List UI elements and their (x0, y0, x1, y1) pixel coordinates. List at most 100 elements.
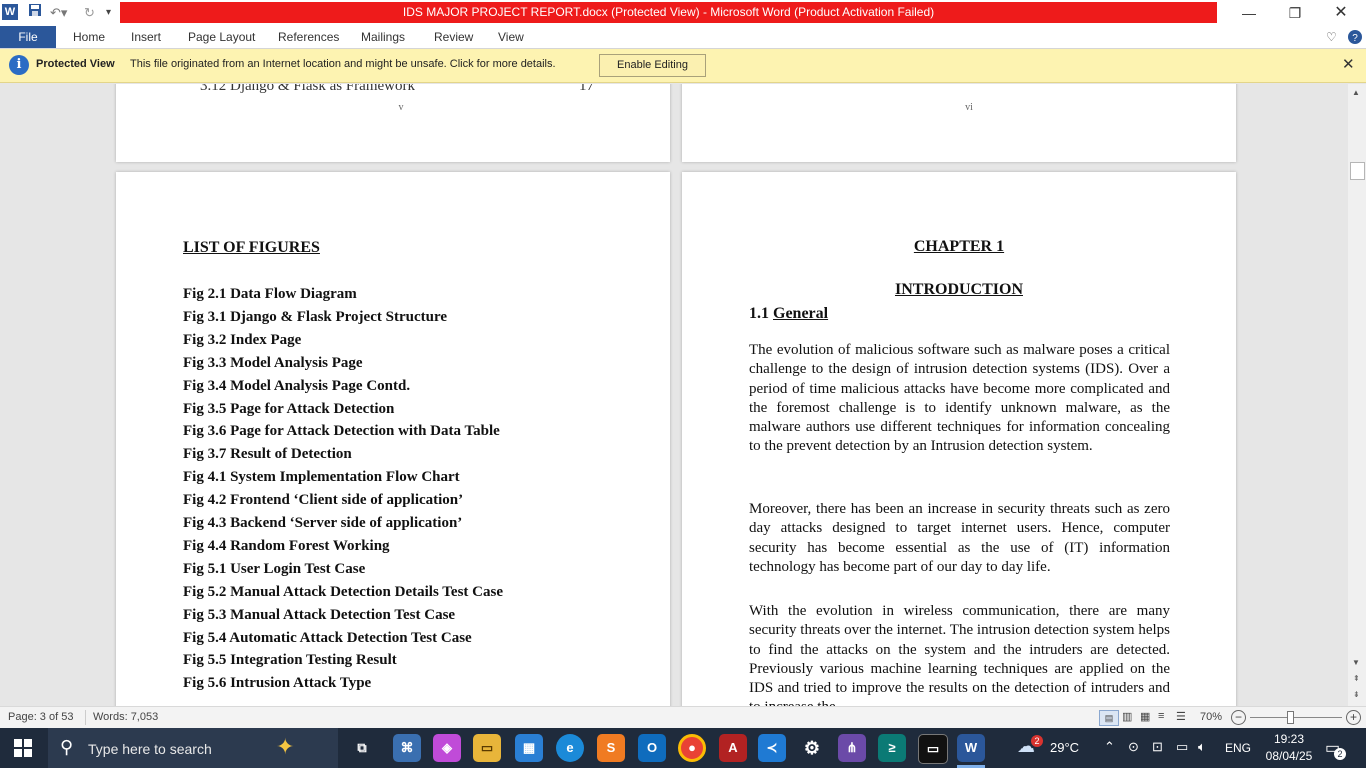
weather-temperature[interactable]: 29°C (1050, 740, 1079, 755)
toc-line: 3.12 Django & Flask as Framework (200, 84, 415, 94)
chapter-title: INTRODUCTION (894, 281, 1023, 298)
figure-list-item: Fig 3.1 Django & Flask Project Structure (183, 308, 447, 325)
sublime-text-icon[interactable]: S (597, 734, 625, 762)
vertical-scrollbar[interactable]: ▲ ▼ ⇞ ⇟ (1348, 84, 1366, 706)
ribbon-tabs: File Home Insert Page Layout References … (0, 26, 1366, 49)
windows-start-icon[interactable] (14, 739, 32, 762)
zoom-in-icon[interactable]: + (1346, 710, 1361, 725)
chevron-up-icon[interactable]: ⌃ (1104, 739, 1115, 755)
file-explorer-icon[interactable]: ▭ (473, 734, 501, 762)
figure-list-item: Fig 5.2 Manual Attack Detection Details … (183, 583, 503, 600)
app-icon[interactable]: ⋔ (838, 734, 866, 762)
title-bar: W ↶▾ ↻ ▾ IDS MAJOR PROJECT REPORT.docx (… (0, 0, 1366, 26)
ribbon-expand-icon[interactable]: ♡ (1326, 26, 1337, 48)
paragraph: With the evolution in wireless communica… (749, 603, 1170, 706)
figure-list-item: Fig 4.4 Random Forest Working (183, 537, 390, 554)
search-input[interactable]: Type here to search (88, 741, 212, 757)
taskbar: ⚲ Type here to search ✦ ⧉ ⌘ ◈ ▭ ▦ e S O … (0, 728, 1366, 768)
sparkle-icon: ✦ (276, 734, 295, 759)
undo-icon[interactable]: ↶▾ (50, 3, 67, 23)
tab-view[interactable]: View (498, 26, 524, 48)
zoom-out-icon[interactable]: − (1231, 710, 1246, 725)
protected-view-bar: i Protected View This file originated fr… (0, 49, 1366, 83)
scroll-down-icon[interactable]: ▼ (1352, 658, 1360, 667)
figure-list-item: Fig 5.6 Intrusion Attack Type (183, 675, 372, 692)
svg-text:?: ? (1352, 33, 1358, 44)
zoom-slider[interactable] (1250, 711, 1342, 724)
full-screen-reading-icon[interactable]: ▥ (1122, 710, 1132, 723)
anaconda-icon[interactable]: A (719, 734, 747, 762)
figure-list-item: Fig 3.4 Model Analysis Page Contd. (183, 377, 411, 394)
zoom-slider-thumb[interactable] (1287, 711, 1294, 724)
search-icon: ⚲ (60, 737, 74, 757)
figure-list-item: Fig 5.4 Automatic Attack Detection Test … (183, 629, 472, 646)
notification-count: 2 (1334, 748, 1346, 760)
scroll-thumb[interactable] (1350, 162, 1365, 180)
figure-list-item: Fig 3.2 Index Page (183, 331, 302, 348)
enable-editing-button[interactable]: Enable Editing (599, 54, 706, 77)
info-icon: i (9, 55, 29, 75)
figure-list-item: Fig 4.1 System Implementation Flow Chart (183, 469, 460, 486)
chrome-icon[interactable]: ● (678, 734, 706, 762)
figure-list-item: Fig 5.3 Manual Attack Detection Test Cas… (183, 606, 456, 623)
close-icon[interactable]: ✕ (1342, 55, 1355, 73)
restore-button[interactable]: ❐ (1272, 0, 1318, 26)
weather-badge: 2 (1031, 735, 1043, 747)
figures-heading: LIST OF FIGURES (183, 239, 320, 256)
tab-mailings[interactable]: Mailings (361, 26, 405, 48)
status-bar: Page: 3 of 53 Words: 7,053 ▤ ▥ ▦ ≡ ☰ 70%… (0, 706, 1366, 729)
figure-list-item: Fig 4.2 Frontend ‘Client side of applica… (183, 492, 464, 509)
tab-page-layout[interactable]: Page Layout (188, 26, 255, 48)
edge-icon[interactable]: e (556, 734, 584, 762)
clock-time[interactable]: 19:23 (1262, 732, 1316, 746)
scroll-up-icon[interactable]: ▲ (1352, 88, 1360, 97)
language-indicator[interactable]: ENG (1225, 741, 1251, 755)
network-app-icon[interactable]: ⌘ (393, 734, 421, 762)
previous-page-icon[interactable]: ⇞ (1353, 674, 1360, 683)
page-count[interactable]: Page: 3 of 53 (8, 711, 73, 723)
redo-icon[interactable]: ↻ (84, 3, 95, 23)
microsoft-store-icon[interactable]: ▦ (515, 734, 543, 762)
web-layout-icon[interactable]: ▦ (1140, 710, 1150, 723)
figure-list-item: Fig 4.3 Backend ‘Server side of applicat… (183, 515, 463, 531)
settings-gear-icon[interactable]: ⚙ (798, 734, 826, 762)
word-count[interactable]: Words: 7,053 (93, 711, 158, 723)
powershell-icon[interactable]: ≥ (878, 734, 906, 762)
document-area[interactable]: 3.12 Django & Flask as Framework 17 v vi… (0, 84, 1348, 706)
vscode-icon[interactable]: ≺ (758, 734, 786, 762)
volume-icon[interactable]: 🔈︎ (1198, 739, 1206, 755)
word-app-icon[interactable]: W (2, 4, 18, 20)
tab-home[interactable]: Home (73, 26, 105, 48)
network-icon[interactable]: ⊡ (1152, 739, 1163, 755)
print-layout-icon[interactable]: ▤ (1099, 710, 1119, 726)
tab-references[interactable]: References (278, 26, 339, 48)
next-page-icon[interactable]: ⇟ (1353, 690, 1360, 699)
tab-file[interactable]: File (0, 26, 56, 48)
save-icon[interactable] (28, 3, 42, 23)
close-button[interactable]: ✕ (1318, 0, 1364, 26)
customize-quick-access-icon[interactable]: ▾ (106, 3, 111, 23)
protected-view-message[interactable]: This file originated from an Internet lo… (130, 58, 556, 70)
figure-list-item: Fig 2.1 Data Flow Diagram (183, 286, 357, 302)
tab-insert[interactable]: Insert (131, 26, 161, 48)
page-number: v (398, 102, 404, 113)
word-taskbar-icon[interactable]: W (957, 734, 985, 762)
draft-icon[interactable]: ☰ (1176, 710, 1186, 723)
task-view-icon[interactable]: ⧉ (348, 734, 376, 762)
battery-icon[interactable]: ▭ (1176, 739, 1188, 755)
paragraph: Moreover, there has been an increase in … (749, 501, 1170, 575)
minimize-button[interactable]: — (1226, 0, 1272, 26)
zoom-level[interactable]: 70% (1200, 711, 1222, 723)
figure-list-item: Fig 3.6 Page for Attack Detection with D… (183, 423, 500, 440)
tab-review[interactable]: Review (434, 26, 473, 48)
section-number: 1.1 (749, 305, 769, 322)
terminal-icon[interactable]: ▭ (918, 734, 948, 764)
taskbar-search-box[interactable]: ⚲ Type here to search ✦ (48, 728, 338, 768)
outlook-icon[interactable]: O (638, 734, 666, 762)
section-heading: 1.1 General (749, 305, 828, 323)
outline-icon[interactable]: ≡ (1158, 710, 1164, 722)
clock-date[interactable]: 08/04/25 (1258, 749, 1320, 763)
meet-now-icon[interactable]: ⊙ (1128, 739, 1139, 755)
copilot-icon[interactable]: ◈ (433, 734, 461, 762)
help-icon[interactable]: ? (1348, 26, 1362, 48)
